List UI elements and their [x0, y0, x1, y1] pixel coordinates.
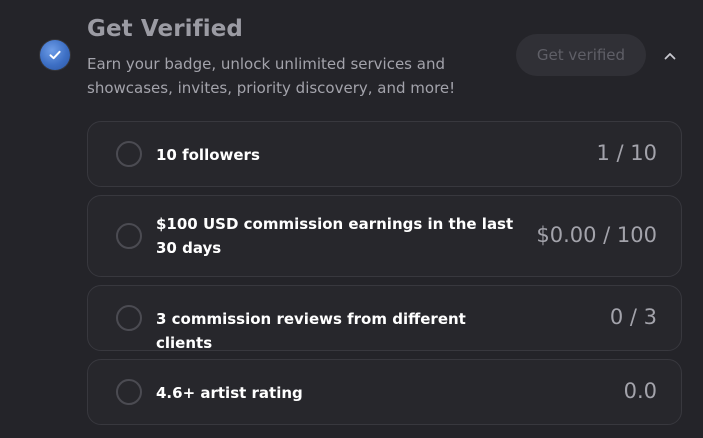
- requirement-earnings: $100 USD commission earnings in the last…: [87, 195, 682, 277]
- get-verified-panel: Get Verified Earn your badge, unlock unl…: [0, 0, 703, 438]
- verified-check-icon: [40, 40, 70, 70]
- requirement-rating: 4.6+ artist rating 0.0: [87, 359, 682, 425]
- requirement-label: 10 followers: [156, 146, 260, 164]
- requirement-status-circle: [116, 223, 142, 249]
- chevron-up-icon: [664, 53, 676, 60]
- requirement-progress: 1 / 10: [596, 141, 657, 165]
- requirement-followers: 10 followers 1 / 10: [87, 121, 682, 187]
- requirement-reviews: 3 commission reviews from different clie…: [87, 285, 682, 352]
- requirement-label: 4.6+ artist rating: [156, 384, 303, 402]
- requirement-status-circle: [116, 305, 142, 331]
- get-verified-button[interactable]: Get verified: [516, 34, 646, 76]
- requirement-label: 3 commission reviews from different clie…: [156, 310, 466, 352]
- requirement-status-circle: [116, 379, 142, 405]
- requirement-progress: 0 / 3: [609, 305, 657, 329]
- requirement-progress: 0.0: [623, 379, 657, 403]
- collapse-toggle[interactable]: [656, 42, 684, 70]
- requirement-progress: $0.00 / 100: [536, 223, 657, 247]
- requirement-label: $100 USD commission earnings in the last…: [156, 215, 514, 257]
- requirement-status-circle: [116, 141, 142, 167]
- page-subtitle: Earn your badge, unlock unlimited servic…: [87, 55, 456, 97]
- page-title: Get Verified: [87, 16, 244, 42]
